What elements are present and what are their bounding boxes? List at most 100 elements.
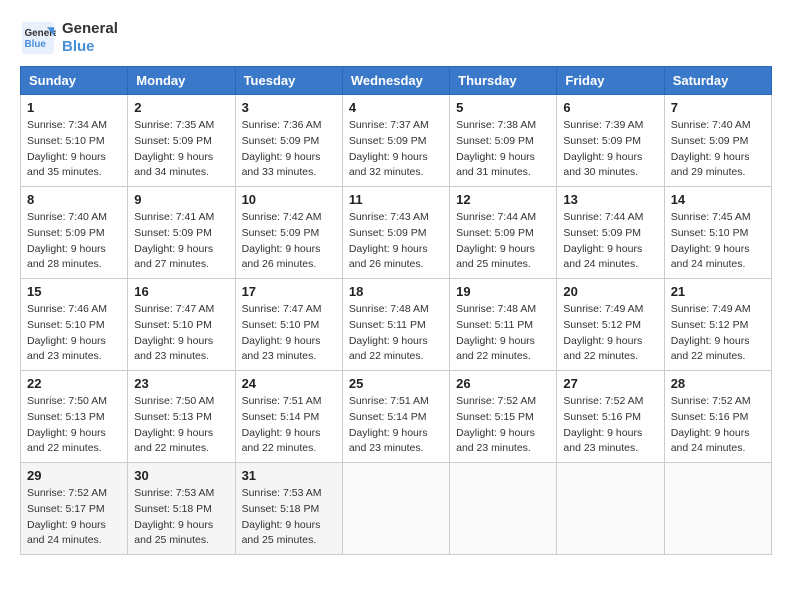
calendar-day-cell: 14 Sunrise: 7:45 AMSunset: 5:10 PMDaylig… (664, 187, 771, 279)
calendar-day-cell: 2 Sunrise: 7:35 AMSunset: 5:09 PMDayligh… (128, 95, 235, 187)
svg-text:Blue: Blue (25, 39, 47, 50)
day-detail: Sunrise: 7:50 AMSunset: 5:13 PMDaylight:… (27, 395, 107, 454)
calendar-day-cell: 5 Sunrise: 7:38 AMSunset: 5:09 PMDayligh… (450, 95, 557, 187)
calendar-week-row: 1 Sunrise: 7:34 AMSunset: 5:10 PMDayligh… (21, 95, 772, 187)
weekday-header-cell: Monday (128, 67, 235, 95)
weekday-header-cell: Friday (557, 67, 664, 95)
calendar-day-cell: 8 Sunrise: 7:40 AMSunset: 5:09 PMDayligh… (21, 187, 128, 279)
day-detail: Sunrise: 7:37 AMSunset: 5:09 PMDaylight:… (349, 119, 429, 178)
day-number: 19 (456, 284, 550, 299)
day-number: 8 (27, 192, 121, 207)
day-detail: Sunrise: 7:46 AMSunset: 5:10 PMDaylight:… (27, 303, 107, 362)
day-number: 17 (242, 284, 336, 299)
calendar-day-cell (450, 463, 557, 555)
day-number: 4 (349, 100, 443, 115)
calendar-day-cell: 1 Sunrise: 7:34 AMSunset: 5:10 PMDayligh… (21, 95, 128, 187)
calendar-day-cell: 6 Sunrise: 7:39 AMSunset: 5:09 PMDayligh… (557, 95, 664, 187)
day-number: 13 (563, 192, 657, 207)
day-detail: Sunrise: 7:47 AMSunset: 5:10 PMDaylight:… (134, 303, 214, 362)
day-number: 23 (134, 376, 228, 391)
day-number: 3 (242, 100, 336, 115)
day-detail: Sunrise: 7:38 AMSunset: 5:09 PMDaylight:… (456, 119, 536, 178)
calendar-day-cell: 28 Sunrise: 7:52 AMSunset: 5:16 PMDaylig… (664, 371, 771, 463)
day-number: 18 (349, 284, 443, 299)
day-detail: Sunrise: 7:41 AMSunset: 5:09 PMDaylight:… (134, 211, 214, 270)
calendar-day-cell: 9 Sunrise: 7:41 AMSunset: 5:09 PMDayligh… (128, 187, 235, 279)
day-detail: Sunrise: 7:43 AMSunset: 5:09 PMDaylight:… (349, 211, 429, 270)
day-detail: Sunrise: 7:53 AMSunset: 5:18 PMDaylight:… (134, 487, 214, 546)
day-number: 24 (242, 376, 336, 391)
day-detail: Sunrise: 7:45 AMSunset: 5:10 PMDaylight:… (671, 211, 751, 270)
weekday-header-row: SundayMondayTuesdayWednesdayThursdayFrid… (21, 67, 772, 95)
logo-icon: General Blue (20, 20, 56, 56)
day-number: 1 (27, 100, 121, 115)
day-number: 30 (134, 468, 228, 483)
calendar-day-cell: 26 Sunrise: 7:52 AMSunset: 5:15 PMDaylig… (450, 371, 557, 463)
day-detail: Sunrise: 7:53 AMSunset: 5:18 PMDaylight:… (242, 487, 322, 546)
day-number: 5 (456, 100, 550, 115)
day-detail: Sunrise: 7:50 AMSunset: 5:13 PMDaylight:… (134, 395, 214, 454)
calendar-day-cell: 13 Sunrise: 7:44 AMSunset: 5:09 PMDaylig… (557, 187, 664, 279)
calendar-body: 1 Sunrise: 7:34 AMSunset: 5:10 PMDayligh… (21, 95, 772, 555)
weekday-header-cell: Wednesday (342, 67, 449, 95)
calendar-day-cell: 25 Sunrise: 7:51 AMSunset: 5:14 PMDaylig… (342, 371, 449, 463)
calendar-day-cell: 17 Sunrise: 7:47 AMSunset: 5:10 PMDaylig… (235, 279, 342, 371)
page-header: General Blue GeneralBlue (20, 20, 772, 56)
calendar-day-cell (557, 463, 664, 555)
calendar-day-cell: 27 Sunrise: 7:52 AMSunset: 5:16 PMDaylig… (557, 371, 664, 463)
day-detail: Sunrise: 7:51 AMSunset: 5:14 PMDaylight:… (349, 395, 429, 454)
day-detail: Sunrise: 7:49 AMSunset: 5:12 PMDaylight:… (563, 303, 643, 362)
day-number: 26 (456, 376, 550, 391)
calendar-day-cell: 30 Sunrise: 7:53 AMSunset: 5:18 PMDaylig… (128, 463, 235, 555)
calendar-day-cell: 19 Sunrise: 7:48 AMSunset: 5:11 PMDaylig… (450, 279, 557, 371)
day-detail: Sunrise: 7:52 AMSunset: 5:16 PMDaylight:… (563, 395, 643, 454)
day-detail: Sunrise: 7:34 AMSunset: 5:10 PMDaylight:… (27, 119, 107, 178)
calendar-day-cell: 3 Sunrise: 7:36 AMSunset: 5:09 PMDayligh… (235, 95, 342, 187)
day-number: 29 (27, 468, 121, 483)
day-number: 9 (134, 192, 228, 207)
day-number: 14 (671, 192, 765, 207)
calendar-day-cell: 29 Sunrise: 7:52 AMSunset: 5:17 PMDaylig… (21, 463, 128, 555)
calendar-day-cell: 10 Sunrise: 7:42 AMSunset: 5:09 PMDaylig… (235, 187, 342, 279)
day-number: 11 (349, 192, 443, 207)
day-number: 12 (456, 192, 550, 207)
calendar-day-cell: 31 Sunrise: 7:53 AMSunset: 5:18 PMDaylig… (235, 463, 342, 555)
day-number: 15 (27, 284, 121, 299)
day-detail: Sunrise: 7:44 AMSunset: 5:09 PMDaylight:… (456, 211, 536, 270)
day-number: 10 (242, 192, 336, 207)
day-detail: Sunrise: 7:44 AMSunset: 5:09 PMDaylight:… (563, 211, 643, 270)
calendar-day-cell: 16 Sunrise: 7:47 AMSunset: 5:10 PMDaylig… (128, 279, 235, 371)
calendar-day-cell (664, 463, 771, 555)
day-detail: Sunrise: 7:49 AMSunset: 5:12 PMDaylight:… (671, 303, 751, 362)
day-number: 31 (242, 468, 336, 483)
day-detail: Sunrise: 7:48 AMSunset: 5:11 PMDaylight:… (349, 303, 429, 362)
day-detail: Sunrise: 7:42 AMSunset: 5:09 PMDaylight:… (242, 211, 322, 270)
day-number: 21 (671, 284, 765, 299)
day-number: 2 (134, 100, 228, 115)
calendar-day-cell (342, 463, 449, 555)
day-detail: Sunrise: 7:52 AMSunset: 5:17 PMDaylight:… (27, 487, 107, 546)
day-number: 28 (671, 376, 765, 391)
day-detail: Sunrise: 7:40 AMSunset: 5:09 PMDaylight:… (671, 119, 751, 178)
day-detail: Sunrise: 7:52 AMSunset: 5:16 PMDaylight:… (671, 395, 751, 454)
calendar-week-row: 22 Sunrise: 7:50 AMSunset: 5:13 PMDaylig… (21, 371, 772, 463)
day-number: 7 (671, 100, 765, 115)
calendar-day-cell: 20 Sunrise: 7:49 AMSunset: 5:12 PMDaylig… (557, 279, 664, 371)
weekday-header-cell: Tuesday (235, 67, 342, 95)
calendar-day-cell: 22 Sunrise: 7:50 AMSunset: 5:13 PMDaylig… (21, 371, 128, 463)
day-detail: Sunrise: 7:47 AMSunset: 5:10 PMDaylight:… (242, 303, 322, 362)
calendar-day-cell: 18 Sunrise: 7:48 AMSunset: 5:11 PMDaylig… (342, 279, 449, 371)
logo-text: GeneralBlue (62, 20, 118, 56)
calendar-day-cell: 15 Sunrise: 7:46 AMSunset: 5:10 PMDaylig… (21, 279, 128, 371)
calendar-day-cell: 24 Sunrise: 7:51 AMSunset: 5:14 PMDaylig… (235, 371, 342, 463)
day-number: 25 (349, 376, 443, 391)
calendar-day-cell: 23 Sunrise: 7:50 AMSunset: 5:13 PMDaylig… (128, 371, 235, 463)
day-detail: Sunrise: 7:39 AMSunset: 5:09 PMDaylight:… (563, 119, 643, 178)
day-detail: Sunrise: 7:40 AMSunset: 5:09 PMDaylight:… (27, 211, 107, 270)
weekday-header-cell: Sunday (21, 67, 128, 95)
day-detail: Sunrise: 7:52 AMSunset: 5:15 PMDaylight:… (456, 395, 536, 454)
calendar-week-row: 15 Sunrise: 7:46 AMSunset: 5:10 PMDaylig… (21, 279, 772, 371)
weekday-header-cell: Saturday (664, 67, 771, 95)
calendar-day-cell: 4 Sunrise: 7:37 AMSunset: 5:09 PMDayligh… (342, 95, 449, 187)
calendar-week-row: 8 Sunrise: 7:40 AMSunset: 5:09 PMDayligh… (21, 187, 772, 279)
